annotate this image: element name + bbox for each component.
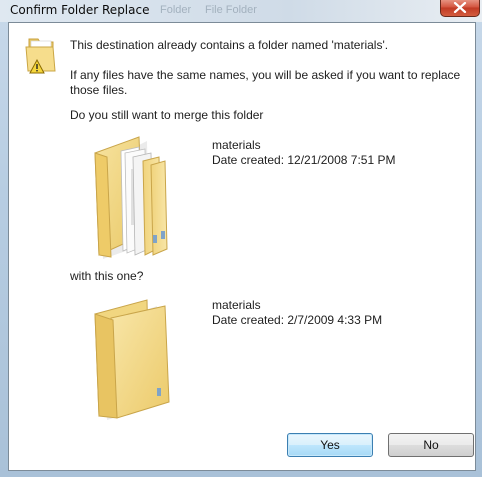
- folder-with-files-icon: [94, 136, 168, 259]
- replace-files-message: If any files have the same names, you wi…: [70, 68, 461, 97]
- with-this-one-message: with this one?: [70, 269, 144, 283]
- target-folder-name: materials: [212, 298, 261, 312]
- warning-folder-icon: [25, 38, 56, 74]
- dialog-window: Folder File Folder Confirm Folder Replac…: [0, 0, 482, 477]
- source-folder-option[interactable]: [87, 131, 197, 264]
- destination-exists-message: This destination already contains a fold…: [70, 38, 389, 52]
- source-folder-name: materials: [212, 138, 261, 152]
- source-folder-date: Date created: 12/21/2008 7:51 PM: [212, 153, 396, 167]
- target-folder-info: materials Date created: 2/7/2009 4:33 PM: [212, 298, 382, 328]
- close-icon: [453, 2, 467, 13]
- close-button[interactable]: [440, 0, 480, 17]
- target-folder-date: Date created: 2/7/2009 4:33 PM: [212, 313, 383, 327]
- source-folder-info: materials Date created: 12/21/2008 7:51 …: [212, 138, 395, 168]
- target-folder-option[interactable]: [87, 296, 197, 424]
- no-button[interactable]: No: [388, 433, 474, 457]
- window-title: Confirm Folder Replace: [10, 3, 150, 17]
- merge-question-message: Do you still want to merge this folder: [70, 108, 264, 122]
- empty-folder-icon: [94, 299, 170, 420]
- yes-button[interactable]: Yes: [287, 433, 373, 457]
- dialog-content: This destination already contains a fold…: [8, 22, 476, 471]
- title-bar[interactable]: Confirm Folder Replace: [0, 0, 482, 22]
